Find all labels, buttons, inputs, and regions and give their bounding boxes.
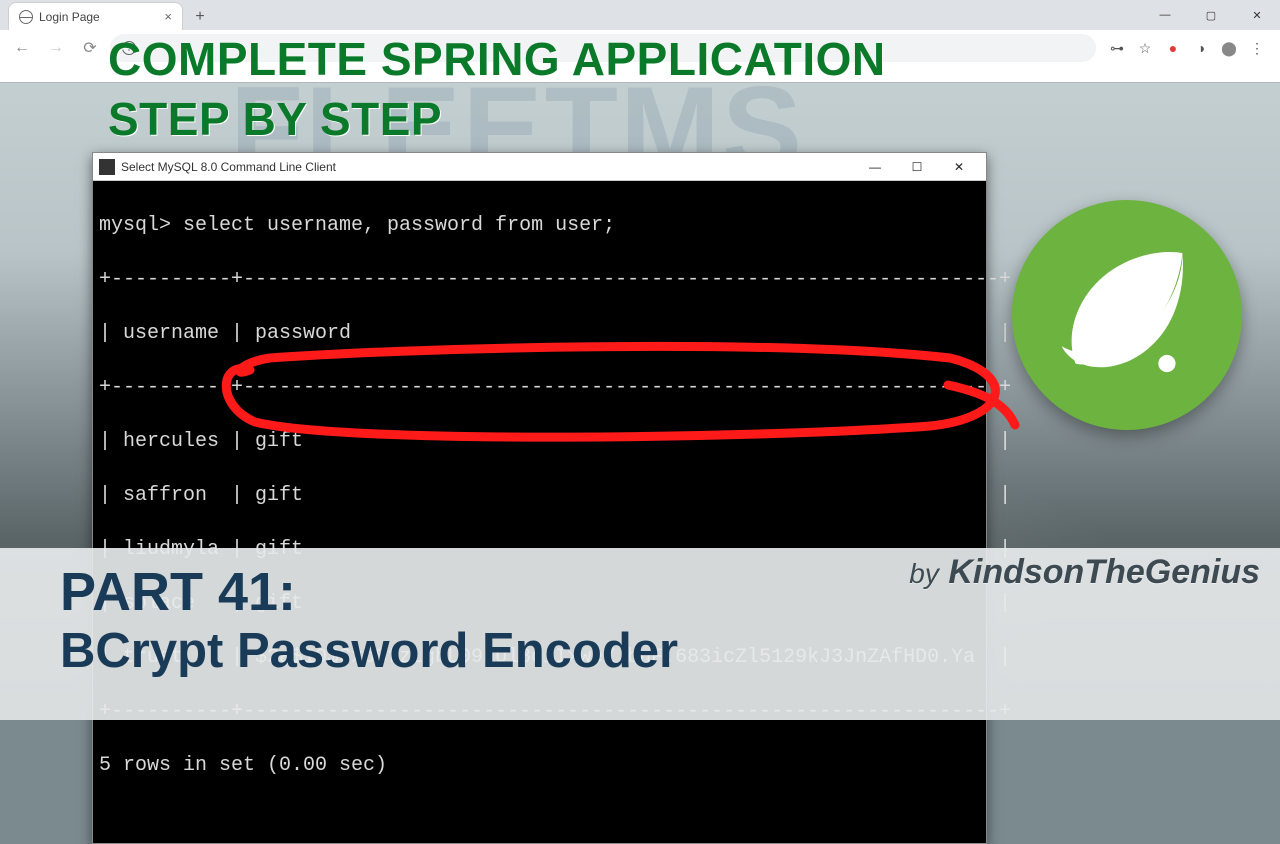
- avatar-icon[interactable]: ⬤: [1220, 39, 1238, 57]
- browser-titlebar: Login Page × + — ▢ ✕: [0, 0, 1280, 30]
- leaf-icon: [1041, 229, 1214, 402]
- reload-button[interactable]: ⟳: [76, 34, 104, 62]
- reload-icon: ⟳: [83, 38, 96, 58]
- terminal-window: Select MySQL 8.0 Command Line Client — ☐…: [92, 152, 987, 844]
- more-icon[interactable]: ⋮: [1248, 39, 1266, 57]
- extensions-area: ⊶ ☆ ● ◑ ⬤ ⋮: [1102, 39, 1272, 57]
- browser-tab[interactable]: Login Page ×: [8, 2, 183, 30]
- terminal-minimize-button[interactable]: —: [854, 154, 896, 180]
- new-tab-button[interactable]: +: [187, 4, 213, 30]
- terminal-title-text: Select MySQL 8.0 Command Line Client: [121, 160, 336, 174]
- spring-logo: [1012, 200, 1242, 430]
- terminal-body[interactable]: mysql> select username, password from us…: [93, 181, 986, 843]
- table-row: | hercules | gift |: [99, 428, 980, 455]
- back-button[interactable]: ←: [8, 34, 36, 62]
- result-footer: 5 rows in set (0.00 sec): [99, 752, 980, 779]
- window-close-button[interactable]: ✕: [1234, 0, 1280, 30]
- globe-icon: [19, 10, 33, 24]
- window-maximize-button[interactable]: ▢: [1188, 0, 1234, 30]
- forward-button[interactable]: →: [42, 34, 70, 62]
- table-sep: +----------+----------------------------…: [99, 374, 980, 401]
- part-subtitle: BCrypt Password Encoder: [60, 623, 678, 679]
- terminal-icon: [99, 159, 115, 175]
- window-controls: — ▢ ✕: [1142, 0, 1280, 30]
- table-headers: | username | password |: [99, 320, 980, 347]
- tab-title: Login Page: [39, 10, 100, 24]
- byline: by KindsonTheGenius: [909, 553, 1260, 592]
- arrow-right-icon: →: [48, 39, 64, 57]
- byline-name: KindsonTheGenius: [948, 553, 1260, 591]
- byline-by: by: [909, 558, 939, 589]
- terminal-titlebar[interactable]: Select MySQL 8.0 Command Line Client — ☐…: [93, 153, 986, 181]
- arrow-left-icon: ←: [14, 39, 30, 57]
- table-row: | saffron | gift |: [99, 482, 980, 509]
- terminal-close-button[interactable]: ✕: [938, 154, 980, 180]
- table-sep: +----------+----------------------------…: [99, 266, 980, 293]
- window-minimize-button[interactable]: —: [1142, 0, 1188, 30]
- part-number: PART 41:: [60, 564, 678, 621]
- ext-puzzle-icon[interactable]: ◑: [1192, 39, 1210, 57]
- key-icon[interactable]: ⊶: [1108, 39, 1126, 57]
- terminal-maximize-button[interactable]: ☐: [896, 154, 938, 180]
- tab-close-icon[interactable]: ×: [164, 9, 172, 24]
- overlay-title-line1: COMPLETE SPRING APPLICATION: [108, 34, 886, 85]
- sql-prompt: mysql> select username, password from us…: [99, 212, 980, 239]
- overlay-title-line2: STEP BY STEP: [108, 92, 442, 146]
- ext-dot-icon[interactable]: ●: [1164, 39, 1182, 57]
- star-icon[interactable]: ☆: [1136, 39, 1154, 57]
